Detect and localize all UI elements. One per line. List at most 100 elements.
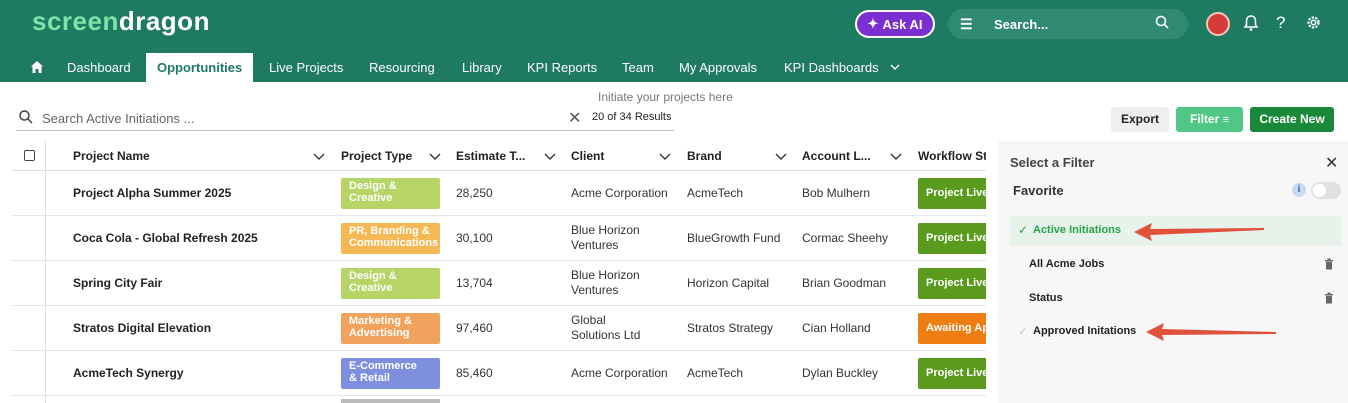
app-logo[interactable]: screendragon — [32, 6, 210, 37]
toggle-knob — [1313, 184, 1326, 197]
nav-live-projects[interactable]: Live Projects — [269, 53, 343, 82]
estimate: 13,704 — [456, 276, 493, 290]
col-workflow-status[interactable]: Workflow St — [918, 149, 986, 163]
avatar[interactable] — [1206, 12, 1230, 36]
nav-kpi-reports[interactable]: KPI Reports — [527, 53, 597, 82]
type-line-2: Advertising — [349, 327, 410, 339]
account-lead: Cian Holland — [802, 321, 871, 335]
account-lead: Brian Goodman — [802, 276, 887, 290]
project-name[interactable]: AcmeTech Synergy — [73, 366, 184, 381]
table-row[interactable]: Spring City Fair Design & Creative 13,704… — [12, 261, 986, 306]
favorite-toggle[interactable] — [1311, 182, 1341, 199]
account-lead: Dylan Buckley — [802, 366, 879, 380]
menu-icon[interactable]: ☰ — [960, 16, 973, 33]
search-bar[interactable]: Search Active Initiations ... ✕ 20 of 34… — [16, 105, 674, 131]
filter-button[interactable]: Filter ≡ — [1176, 107, 1243, 132]
results-count: 20 of 34 Results — [592, 111, 672, 123]
export-button[interactable]: Export — [1111, 107, 1169, 132]
project-type-badge: E-Commerce & Retail — [341, 358, 440, 389]
search-icon — [1155, 15, 1169, 29]
col-project-type[interactable]: Project Type — [341, 149, 412, 163]
col-account-lead[interactable]: Account L... — [802, 149, 871, 163]
search-input[interactable]: Search Active Initiations ... — [42, 111, 194, 126]
nav-my-approvals[interactable]: My Approvals — [679, 53, 757, 82]
workflow-status-badge: Awaiting Ap — [918, 313, 986, 344]
brand: BlueGrowth Fund — [687, 231, 781, 245]
chevron-down-icon[interactable] — [890, 63, 900, 71]
project-name[interactable]: Stratos Digital Elevation — [73, 321, 211, 336]
annotation-arrow — [1146, 323, 1276, 341]
ask-ai-button[interactable]: ✦ Ask AI — [855, 10, 935, 38]
filter-item-label: Approved Initations — [1033, 325, 1137, 337]
nav-library[interactable]: Library — [462, 53, 502, 82]
project-type-badge: Marketing & Advertising — [341, 313, 440, 344]
filter-item-all-acme-jobs[interactable]: All Acme Jobs — [1010, 250, 1341, 280]
table-row[interactable]: AcmeTech Synergy E-Commerce & Retail 85,4… — [12, 351, 986, 396]
home-icon[interactable] — [30, 60, 44, 74]
filter-item-label: All Acme Jobs — [1029, 258, 1105, 270]
estimate: 28,250 — [456, 186, 493, 200]
project-name[interactable]: Project Alpha Summer 2025 — [73, 186, 231, 201]
table-row[interactable]: Stratos Digital Elevation Marketing & Adv… — [12, 306, 986, 351]
page-hint: Initiate your projects here — [598, 90, 733, 104]
table-row[interactable]: Project Alpha Summer 2025 Design & Creati… — [12, 171, 986, 216]
type-line-2: Communications — [349, 237, 439, 249]
chevron-down-icon[interactable] — [889, 149, 903, 163]
help-icon[interactable]: ? — [1276, 13, 1285, 33]
type-line-2: Creative — [349, 192, 393, 204]
chevron-down-icon[interactable] — [428, 149, 442, 163]
filter-panel-title: Select a Filter — [1010, 155, 1095, 170]
gear-icon[interactable] — [1305, 14, 1322, 31]
client: Blue Horizon Ventures — [571, 223, 640, 253]
chevron-down-icon[interactable] — [312, 149, 326, 163]
annotation-arrow — [1134, 223, 1264, 241]
global-search-input[interactable]: Search... — [994, 17, 1048, 32]
filter-item-label: Active Initiations — [1033, 224, 1122, 236]
filter-item-status[interactable]: Status — [1010, 284, 1341, 314]
workflow-status-badge: Project Live — [918, 358, 986, 389]
clear-search-icon[interactable]: ✕ — [568, 108, 581, 128]
nav-dashboard[interactable]: Dashboard — [67, 53, 131, 82]
client-line-1: Global — [571, 313, 606, 327]
chevron-down-icon[interactable] — [543, 149, 557, 163]
estimate: 30,100 — [456, 231, 493, 245]
filter-panel: Select a Filter ✕ Favorite i ✓ Active In… — [998, 141, 1348, 403]
nav-team[interactable]: Team — [622, 53, 654, 82]
col-client[interactable]: Client — [571, 149, 604, 163]
chevron-down-icon[interactable] — [774, 149, 788, 163]
nav-resourcing[interactable]: Resourcing — [369, 53, 435, 82]
type-line-1: Design & — [349, 180, 397, 192]
check-icon: ✓ — [1018, 324, 1029, 338]
type-line-1: E-Commerce — [349, 360, 417, 372]
project-name[interactable]: Coca Cola - Global Refresh 2025 — [73, 231, 258, 246]
close-icon[interactable]: ✕ — [1325, 153, 1338, 173]
global-search[interactable]: ☰ Search... — [948, 9, 1188, 39]
search-icon — [19, 110, 33, 124]
project-name[interactable]: Spring City Fair — [73, 276, 162, 291]
opportunities-table: Project Name Project Type Estimate T... … — [12, 141, 986, 403]
top-bar: screendragon ✦ Ask AI ☰ Search... ? — [0, 0, 1348, 53]
sparkle-icon: ✦ — [867, 16, 879, 31]
client-line-2: Solutions Ltd — [571, 328, 641, 342]
type-line-2: & Retail — [349, 372, 390, 384]
trash-icon[interactable] — [1324, 258, 1334, 270]
trash-icon[interactable] — [1324, 292, 1334, 304]
bell-icon[interactable] — [1243, 14, 1259, 32]
col-estimate[interactable]: Estimate T... — [456, 149, 525, 163]
account-lead: Bob Mulhern — [802, 186, 871, 200]
filter-lines-icon: ≡ — [1222, 114, 1230, 126]
filter-label: Filter — [1189, 112, 1220, 126]
workflow-status-badge: Project Live — [918, 223, 986, 254]
table-row[interactable]: Coca Cola - Global Refresh 2025 PR, Bran… — [12, 216, 986, 261]
estimate: 97,460 — [456, 321, 493, 335]
create-new-button[interactable]: Create New — [1250, 107, 1334, 132]
info-icon[interactable]: i — [1292, 183, 1306, 197]
favorite-label: Favorite — [1013, 183, 1064, 198]
chevron-down-icon[interactable] — [658, 149, 672, 163]
nav-kpi-dashboards[interactable]: KPI Dashboards — [784, 53, 879, 82]
nav-opportunities[interactable]: Opportunities — [146, 53, 254, 82]
client: Acme Corporation — [571, 366, 668, 380]
col-brand[interactable]: Brand — [687, 149, 722, 163]
col-project-name[interactable]: Project Name — [73, 149, 150, 163]
workflow-status-badge: Project Live — [918, 178, 986, 209]
